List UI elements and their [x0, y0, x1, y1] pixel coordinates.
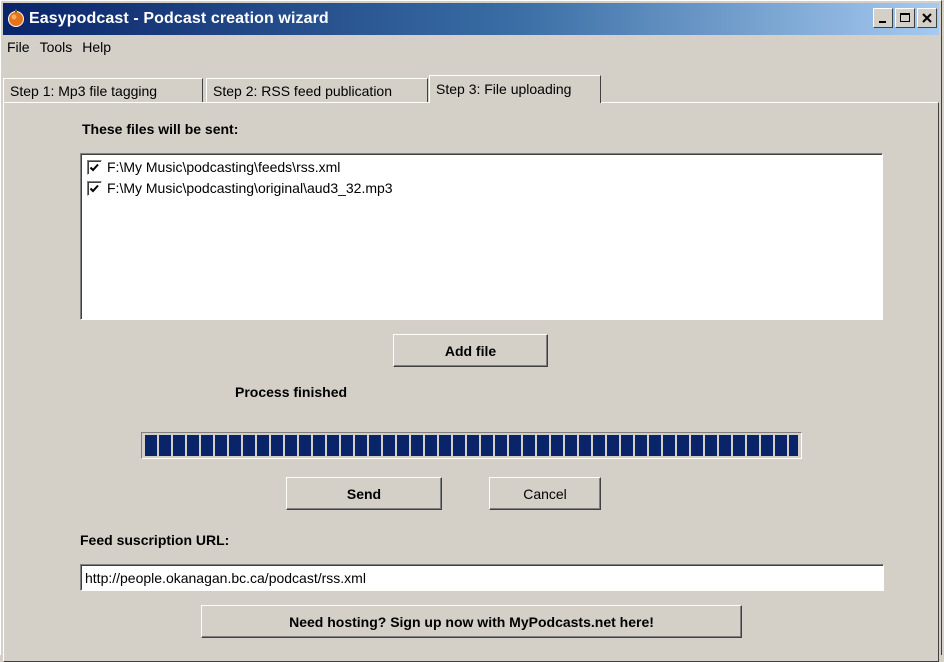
check-icon [89, 184, 99, 192]
feed-url-label: Feed suscription URL: [80, 532, 230, 548]
close-button[interactable] [917, 8, 937, 28]
maximize-icon [900, 13, 910, 22]
maximize-button[interactable] [895, 8, 915, 28]
title-bar[interactable]: Easypodcast - Podcast creation wizard [3, 3, 939, 35]
progress-fill [145, 435, 798, 456]
files-heading: These files will be sent: [82, 121, 239, 137]
file-list[interactable]: F:\My Music\podcasting\feeds\rss.xml F:\… [80, 153, 883, 320]
list-item[interactable]: F:\My Music\podcasting\original\aud3_32.… [87, 178, 393, 198]
file-path: F:\My Music\podcasting\feeds\rss.xml [107, 159, 341, 175]
file-checkbox[interactable] [87, 180, 102, 196]
tab-step1[interactable]: Step 1: Mp3 file tagging [3, 78, 203, 102]
window-title: Easypodcast - Podcast creation wizard [29, 10, 329, 27]
add-file-button[interactable]: Add file [393, 334, 548, 367]
menu-help[interactable]: Help [78, 37, 117, 57]
feed-url-input[interactable] [80, 564, 884, 591]
send-button[interactable]: Send [286, 477, 442, 510]
podcast-app-icon [7, 9, 25, 27]
menu-tools[interactable]: Tools [36, 37, 79, 57]
tab-step2[interactable]: Step 2: RSS feed publication [206, 78, 428, 102]
minimize-button[interactable] [873, 8, 893, 28]
list-item[interactable]: F:\My Music\podcasting\feeds\rss.xml [87, 157, 340, 177]
app-window: Easypodcast - Podcast creation wizard Fi… [0, 0, 942, 662]
file-path: F:\My Music\podcasting\original\aud3_32.… [107, 180, 393, 196]
file-checkbox[interactable] [87, 159, 102, 175]
menu-file[interactable]: File [3, 37, 36, 57]
hosting-signup-button[interactable]: Need hosting? Sign up now with MyPodcast… [201, 605, 742, 638]
process-status: Process finished [235, 384, 348, 400]
close-icon [922, 13, 932, 23]
minimize-icon [879, 21, 886, 23]
check-icon [89, 163, 99, 171]
cancel-button[interactable]: Cancel [489, 477, 601, 510]
tab-step3[interactable]: Step 3: File uploading [429, 75, 601, 103]
menu-bar: File Tools Help [3, 37, 117, 57]
progress-bar [141, 432, 802, 459]
